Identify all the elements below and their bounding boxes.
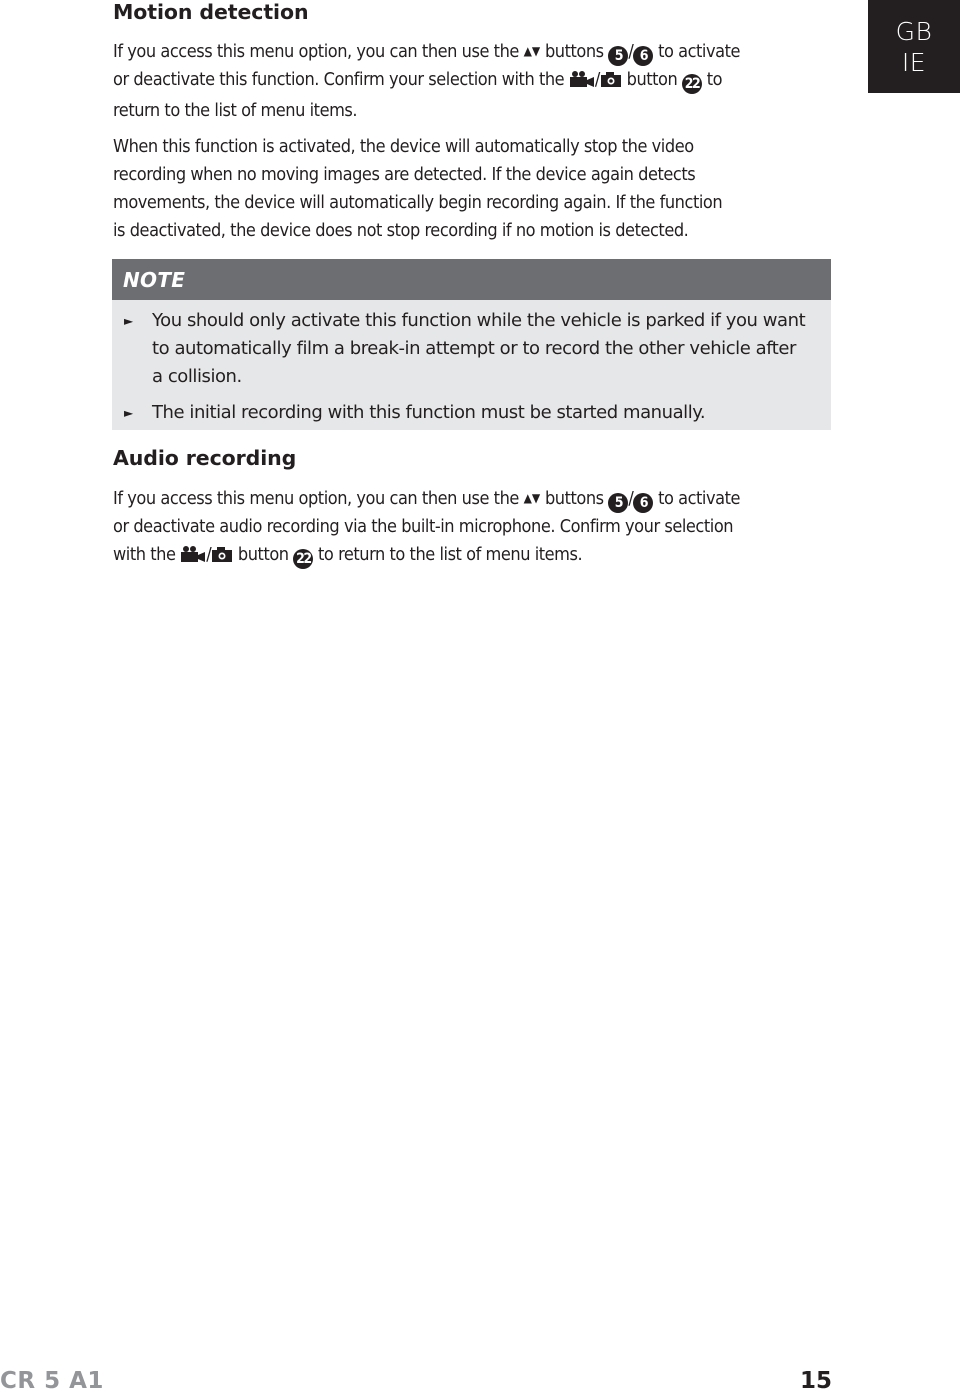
paragraph-line: is deactivated, the device does not stop… [113, 220, 689, 241]
footer-model-name: CR 5 A1 [0, 1368, 104, 1394]
up-down-arrows-icon: ▲▼ [523, 491, 541, 505]
paragraph-line: recording when no moving images are dete… [113, 164, 696, 185]
paragraph-line: movements, the device will automatically… [113, 192, 723, 213]
paragraph-line: or deactivate audio recording via the bu… [113, 516, 734, 537]
motion-behavior-paragraph: When this function is activated, the dev… [113, 133, 833, 245]
audio-paragraph: If you access this menu option, you can … [113, 484, 833, 572]
video-camera-icon [180, 544, 206, 572]
bullet-triangle-icon: ► [124, 314, 133, 328]
footer-page-number: 15 [800, 1368, 833, 1394]
photo-camera-icon [600, 69, 622, 97]
language-code-ie: IE [901, 48, 927, 77]
heading-motion-detection: Motion detection [113, 0, 309, 24]
bullet-triangle-icon: ► [124, 406, 133, 420]
note-title: NOTE [112, 259, 831, 300]
button-number-badge-up: 5 [608, 493, 629, 513]
paragraph-line: When this function is activated, the dev… [113, 136, 694, 157]
up-down-arrows-icon: ▲▼ [523, 44, 541, 58]
button-number-badge-confirm: 22 [293, 549, 314, 569]
button-number-badge-down: 6 [633, 46, 654, 66]
manual-page: GB IE Motion detection If you access thi… [0, 0, 960, 1397]
note-box: NOTE ► You should only activate this fun… [112, 259, 831, 430]
language-code-gb: GB [895, 17, 933, 46]
paragraph-line: If you access this menu option, you can … [113, 41, 740, 66]
button-number-badge-confirm: 22 [682, 74, 703, 94]
paragraph-line: If you access this menu option, you can … [113, 488, 740, 513]
photo-camera-icon [211, 544, 233, 572]
video-camera-icon [569, 69, 595, 97]
paragraph-line: return to the list of menu items. [113, 100, 358, 121]
paragraph-line: or deactivate this function. Confirm you… [113, 66, 833, 97]
button-number-badge-up: 5 [608, 46, 629, 66]
button-number-badge-down: 6 [633, 493, 654, 513]
motion-intro-paragraph: If you access this menu option, you can … [113, 37, 833, 125]
heading-audio-recording: Audio recording [113, 446, 297, 470]
paragraph-line: with the / button 22 to return to the li… [113, 541, 833, 572]
language-tab: GB IE [868, 0, 960, 93]
